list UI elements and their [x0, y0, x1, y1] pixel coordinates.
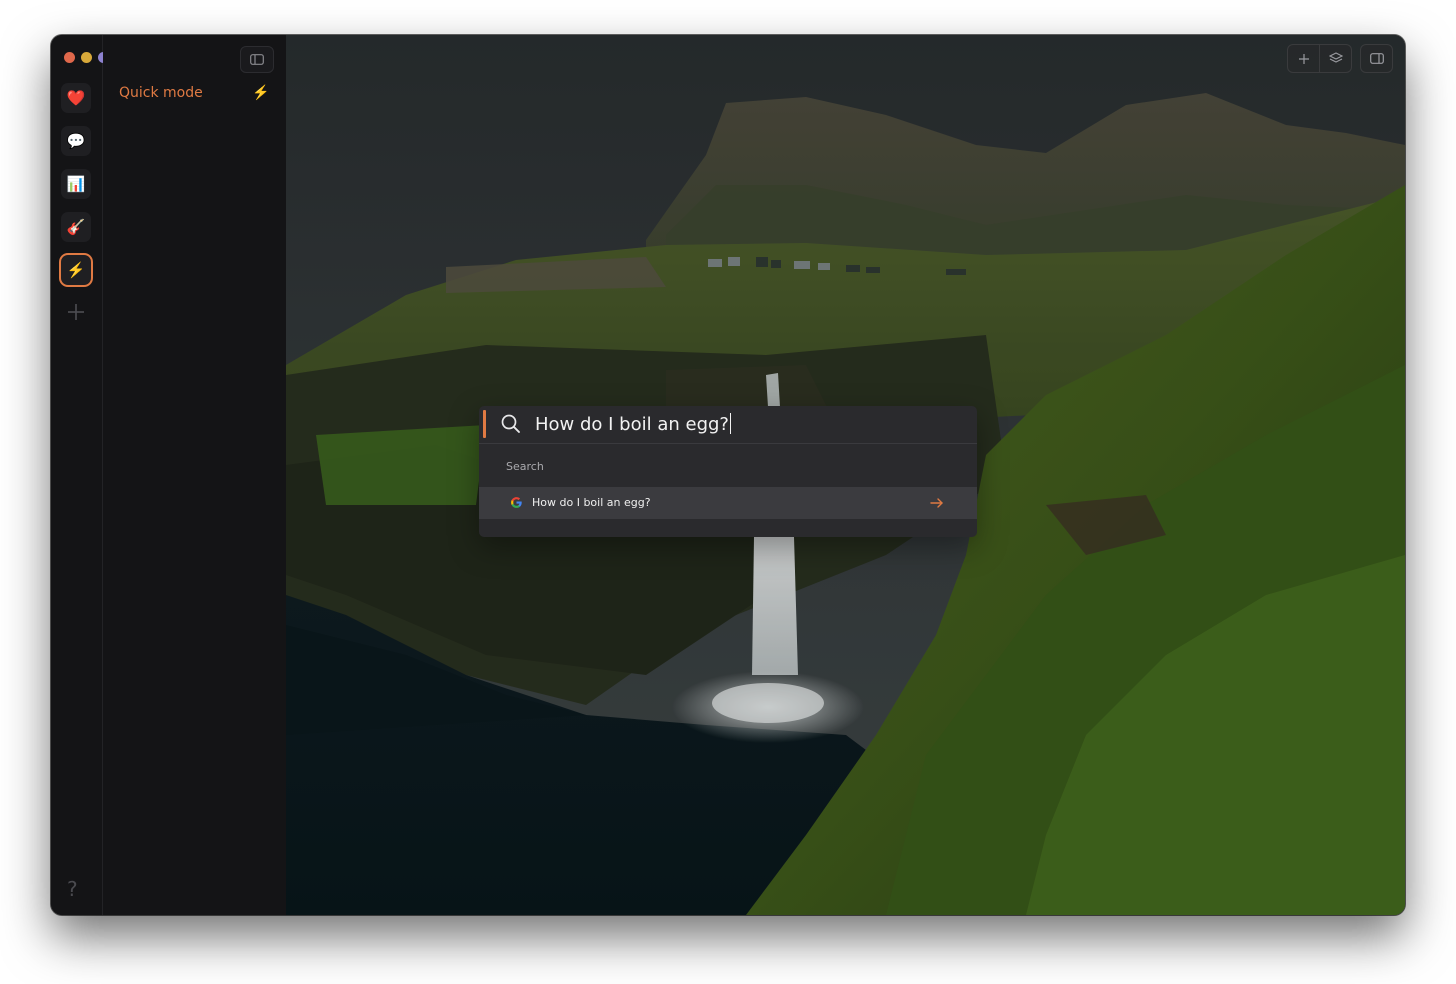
quick-mode-palette: How do I boil an egg? Search How do I bo… — [479, 406, 977, 537]
right-panel-group — [1360, 44, 1393, 73]
rail-item-quick-mode[interactable]: ⚡ — [61, 255, 91, 285]
main-canvas: How do I boil an egg? Search How do I bo… — [286, 35, 1405, 915]
plus-icon — [1298, 53, 1309, 64]
quick-mode-bolt-icon[interactable]: ⚡ — [252, 84, 269, 101]
search-section-label: Search — [506, 460, 544, 473]
google-icon — [511, 497, 522, 508]
rail-item-chart[interactable]: 📊 — [61, 169, 91, 199]
close-window-button[interactable] — [64, 52, 75, 63]
quick-search-field[interactable]: How do I boil an egg? — [479, 406, 977, 444]
new-tab-button[interactable] — [1288, 45, 1319, 72]
toggle-sidebar-button[interactable] — [240, 46, 274, 73]
rail-item-heart[interactable]: ❤️ — [61, 83, 91, 113]
rail-item-guitar[interactable]: 🎸 — [61, 212, 91, 242]
heart-icon: ❤️ — [66, 89, 86, 107]
search-result-label: How do I boil an egg? — [532, 496, 651, 509]
new-and-layers-group — [1287, 44, 1352, 73]
sidebar — [103, 35, 287, 915]
guitar-icon: 🎸 — [66, 218, 86, 236]
input-accent-bar — [483, 410, 486, 438]
speech-bubble-icon: 💬 — [66, 132, 86, 150]
sidebar-icon — [250, 54, 264, 65]
layers-icon — [1328, 52, 1343, 63]
arrow-right-icon — [930, 498, 943, 508]
app-rail: ❤️ 💬 📊 🎸 ⚡ ? — [51, 35, 109, 915]
sidebar-title: Quick mode — [119, 85, 203, 101]
lightning-icon: ⚡ — [66, 261, 86, 279]
top-right-toolbar — [1287, 44, 1393, 73]
help-icon[interactable]: ? — [67, 877, 78, 901]
minimize-window-button[interactable] — [81, 52, 92, 63]
search-query-text: How do I boil an egg? — [535, 413, 731, 435]
search-result-google[interactable]: How do I boil an egg? — [479, 487, 977, 519]
app-window: ❤️ 💬 📊 🎸 ⚡ ? Quick mode ⚡ How do I boil … — [51, 35, 1405, 915]
add-workspace-icon[interactable] — [65, 301, 87, 323]
rail-item-chat[interactable]: 💬 — [61, 126, 91, 156]
right-sidebar-icon — [1369, 53, 1384, 64]
bar-chart-icon: 📊 — [66, 175, 86, 193]
toggle-right-panel-button[interactable] — [1361, 45, 1392, 72]
search-icon — [501, 414, 520, 433]
layers-button[interactable] — [1319, 45, 1351, 72]
